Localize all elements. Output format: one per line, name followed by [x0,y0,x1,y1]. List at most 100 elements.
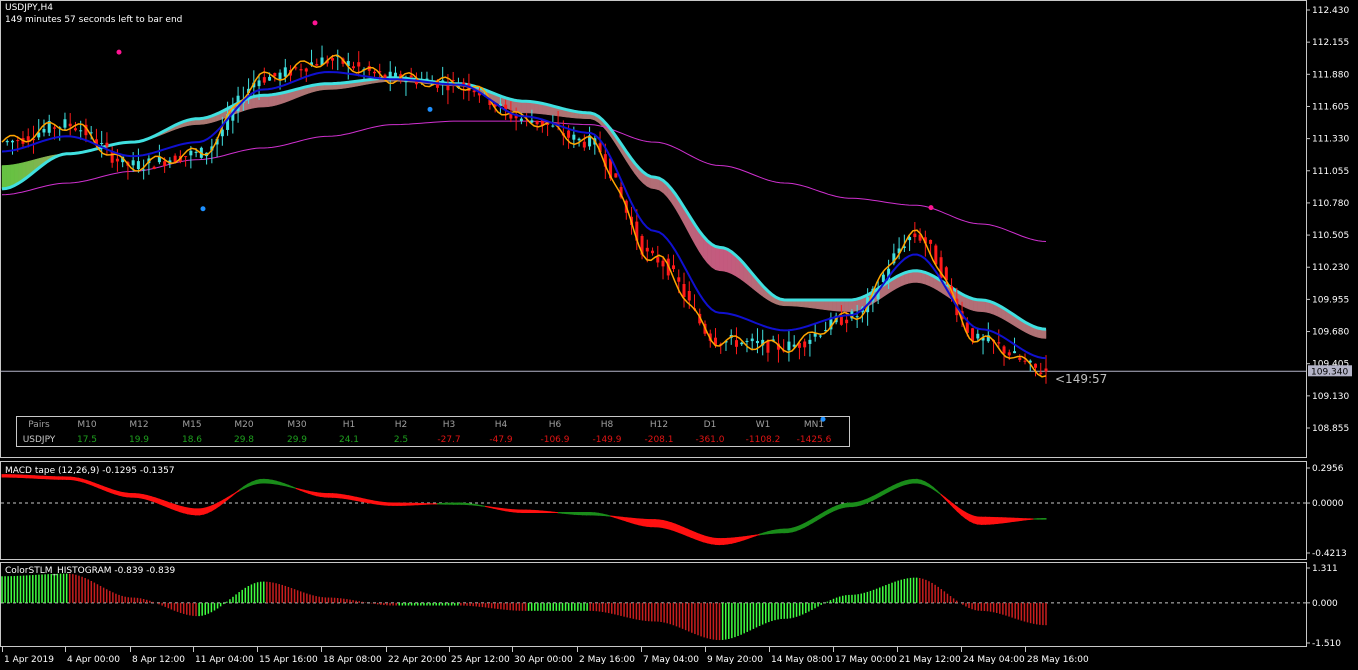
macd-tape-segment [670,522,676,532]
macd-tape-segment [702,534,708,544]
macd-tape-segment [831,505,837,513]
table-value-cell: 24.1 [338,435,360,445]
bar-timer-text: 149 minutes 57 seconds left to bar end [5,15,183,25]
macd-tape-segment [190,508,196,516]
candle-body [551,125,555,127]
macd-tape-segment [247,481,253,488]
macd-tape-segment [332,493,338,499]
macd-tape-segment [904,479,910,486]
table-header-cell: Pairs [28,420,50,430]
macd-tape-segment [45,475,51,480]
table-value-cell: -1108.2 [745,435,781,445]
candle-body [5,140,9,143]
macd-tape-segment [706,536,712,545]
macd-tape-segment [735,536,741,543]
macd-tape-segment [892,483,898,491]
macd-tape-segment [916,478,922,485]
cloud-segment [711,243,716,271]
table-header-cell: M10 [77,420,97,430]
symbol-title: USDJPY,H4 [5,3,53,13]
macd-tape-segment [424,503,430,505]
macd-tape-segment [82,478,88,484]
macd-tape-segment [807,518,813,527]
macd-tape-segment [57,476,63,480]
table-header-cell: MN1 [803,420,825,430]
macd-tape-segment [473,503,479,506]
time-tick-label: 8 Apr 12:00 [132,655,185,665]
candle-body [813,333,817,337]
candle-body [100,142,104,144]
macd-tape-segment [843,502,849,508]
macd-tape-segment [404,502,410,506]
macd-tape-segment [271,479,277,485]
macd-tape-segment [146,494,152,502]
macd-tape-segment [763,531,769,535]
macd-tape-segment [876,491,882,499]
macd-tape-segment [549,511,555,514]
candle-body [661,260,665,267]
candle-body [283,67,287,77]
macd-tape-segment [436,502,442,505]
macd-tape-segment [847,502,854,508]
macd-tape-segment [585,512,592,516]
candle-body [351,66,355,69]
macd-tape-segment [420,502,426,506]
cloud-segment [5,164,11,189]
candle-body [42,128,46,133]
macd-tape-segment [868,495,874,503]
candle-body [194,151,198,153]
candle-body [913,233,917,238]
macd-tape-segment [718,538,725,546]
price-tick-label: 112.430 [1312,6,1349,16]
macd-tape-segment [263,478,269,484]
macd-tape-segment [122,492,128,498]
candle-body [740,342,744,345]
time-tick-label: 22 Apr 20:00 [388,655,447,665]
macd-tape-segment [948,499,954,509]
cloud-segment [719,247,724,272]
macd-tape-segment [74,476,80,482]
macd-tape-segment [452,502,458,505]
table-header-cell: H8 [600,420,614,430]
macd-tick-label: -0.4213 [1312,549,1347,559]
cloud-segment [844,299,849,312]
macd-tape-segment [751,534,757,538]
price-tick-label: 112.155 [1312,38,1349,48]
table-header-cell: H3 [442,420,456,430]
macd-tape-segment [513,509,519,513]
time-tick-label: 4 Apr 00:00 [67,655,120,665]
macd-tape-segment [98,484,104,491]
macd-tape-segment [352,495,358,502]
macd-tape-segment [956,506,962,516]
candle-body [409,75,413,78]
macd-tape-segment [372,500,378,505]
candle-body [278,72,282,80]
cloud-segment [263,94,269,108]
table-header-cell: M20 [234,420,254,430]
candle-body [687,290,691,301]
macd-tape-segment [900,480,906,487]
macd-tape-segment [86,479,92,486]
macd-tape-segment [783,528,789,534]
macd-tape-segment [199,507,205,516]
macd-tape-segment [976,516,983,525]
macd-tape-segment [323,492,330,498]
macd-tape-segment [610,515,616,519]
macd-tick-label: 0.2956 [1312,464,1344,474]
macd-tape-segment [884,487,890,495]
table-value-cell: 18.6 [181,435,203,445]
macd-tape-segment [33,475,39,479]
macd-tape-segment [207,505,213,514]
candle-body [257,80,261,87]
macd-tape-segment [856,500,862,507]
candle-body [372,71,376,74]
macd-tape-segment [932,486,938,493]
table-value-cell: -208.1 [644,435,674,445]
candle-body [16,140,20,142]
macd-tape-segment [231,491,237,498]
macd-tape-segment [545,510,551,514]
macd-tape-segment [461,502,467,505]
macd-tape-segment [622,516,628,522]
macd-tape-segment [307,490,313,496]
candle-body [262,77,266,83]
